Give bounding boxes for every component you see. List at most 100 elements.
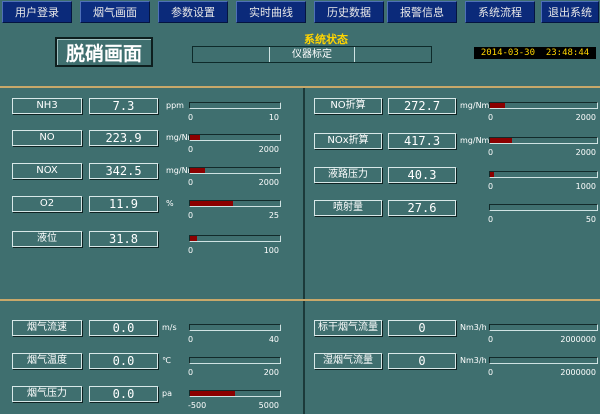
measurement-label: NOx折算 bbox=[314, 133, 382, 149]
scale-max-label: 2000 bbox=[575, 148, 596, 157]
scale-max-label: 5000 bbox=[258, 401, 279, 410]
scale-min-label: 0 bbox=[488, 215, 494, 224]
level-bar bbox=[489, 171, 598, 178]
level-bar bbox=[189, 167, 281, 174]
scale-min-label: 0 bbox=[488, 182, 494, 191]
nav-alarm-button[interactable]: 报警信息 bbox=[387, 1, 457, 23]
measurement-unit: ppm bbox=[166, 101, 184, 110]
scale-max-label: 200 bbox=[263, 368, 279, 377]
scale-min-label: 0 bbox=[488, 113, 494, 122]
scale-max-label: 100 bbox=[263, 246, 279, 255]
level-bar bbox=[189, 134, 281, 141]
scale-max-label: 2000 bbox=[575, 113, 596, 122]
measurement-unit: m/s bbox=[162, 323, 177, 332]
scale-max-label: 2000 bbox=[258, 178, 279, 187]
scale-min-label: 0 bbox=[488, 335, 494, 344]
level-bar bbox=[189, 102, 281, 109]
scale-min-label: 0 bbox=[188, 335, 194, 344]
top-divider bbox=[0, 86, 600, 88]
measurement-label: NO bbox=[12, 130, 82, 146]
measurement-label: O2 bbox=[12, 196, 82, 212]
nav-login-button[interactable]: 用户登录 bbox=[2, 1, 72, 23]
level-bar bbox=[189, 235, 281, 242]
level-bar bbox=[189, 357, 281, 364]
nav-history-button[interactable]: 历史数据 bbox=[314, 1, 384, 23]
scale-min-label: 0 bbox=[188, 178, 194, 187]
level-bar-fill bbox=[490, 172, 494, 177]
measurement-value: 223.9 bbox=[89, 130, 158, 146]
level-bar-fill bbox=[190, 236, 197, 241]
measurement-unit: mg/Nm bbox=[460, 136, 490, 145]
level-bar bbox=[489, 137, 598, 144]
scale-min-label: 0 bbox=[488, 148, 494, 157]
middle-divider bbox=[0, 299, 600, 301]
measurement-value: 342.5 bbox=[89, 163, 158, 179]
measurement-value: 40.3 bbox=[388, 167, 456, 183]
scale-min-label: 0 bbox=[188, 211, 194, 220]
scale-max-label: 1000 bbox=[575, 182, 596, 191]
upper-vertical-divider bbox=[303, 88, 305, 299]
system-status-value: 仪器标定 bbox=[269, 47, 355, 62]
nav-process-button[interactable]: 系统流程 bbox=[465, 1, 535, 23]
level-bar-fill bbox=[490, 103, 505, 108]
scale-max-label: 2000000 bbox=[560, 368, 596, 377]
scale-min-label: 0 bbox=[488, 368, 494, 377]
scale-max-label: 50 bbox=[585, 215, 596, 224]
measurement-value: 417.3 bbox=[388, 133, 456, 149]
measurement-label: 烟气温度 bbox=[12, 353, 82, 369]
measurement-value: 27.6 bbox=[388, 200, 456, 216]
measurement-unit: ℃ bbox=[162, 356, 171, 365]
level-bar bbox=[189, 390, 281, 397]
scale-max-label: 40 bbox=[268, 335, 279, 344]
measurement-value: 272.7 bbox=[388, 98, 456, 114]
scale-max-label: 10 bbox=[268, 113, 279, 122]
measurement-label: 标干烟气流量 bbox=[314, 320, 382, 336]
scale-min-label: 0 bbox=[188, 368, 194, 377]
nav-parameters-button[interactable]: 参数设置 bbox=[158, 1, 228, 23]
measurement-unit: mg/Nm bbox=[460, 101, 490, 110]
measurement-value: 11.9 bbox=[89, 196, 158, 212]
measurement-label: NO折算 bbox=[314, 98, 382, 114]
nav-realtime-curve-button[interactable]: 实时曲线 bbox=[236, 1, 306, 23]
level-bar bbox=[489, 204, 598, 211]
measurement-value: 0.0 bbox=[89, 320, 158, 336]
level-bar bbox=[489, 102, 598, 109]
scale-max-label: 25 bbox=[268, 211, 279, 220]
measurement-label: 液路压力 bbox=[314, 167, 382, 183]
measurement-label: 液位 bbox=[12, 231, 82, 247]
measurement-label: NH3 bbox=[12, 98, 82, 114]
measurement-value: 0.0 bbox=[89, 386, 158, 402]
system-status-box: 仪器标定 bbox=[192, 46, 432, 63]
level-bar bbox=[189, 200, 281, 207]
measurement-value: 31.8 bbox=[89, 231, 158, 247]
measurement-value: 7.3 bbox=[89, 98, 158, 114]
measurement-label: 烟气流速 bbox=[12, 320, 82, 336]
level-bar-fill bbox=[190, 168, 205, 173]
page-title: 脱硝画面 bbox=[55, 37, 153, 67]
scale-max-label: 2000 bbox=[258, 145, 279, 154]
datetime-display: 2014-03-30 23:48:44 bbox=[474, 47, 596, 59]
nav-exit-button[interactable]: 退出系统 bbox=[541, 1, 599, 23]
scale-min-label: -500 bbox=[188, 401, 207, 410]
level-bar-fill bbox=[190, 135, 200, 140]
scale-min-label: 0 bbox=[188, 113, 194, 122]
measurement-unit: % bbox=[166, 199, 174, 208]
scale-min-label: 0 bbox=[188, 246, 194, 255]
measurement-unit: Nm3/h bbox=[460, 356, 487, 365]
level-bar-fill bbox=[190, 391, 235, 396]
level-bar bbox=[489, 357, 598, 364]
measurement-unit: pa bbox=[162, 389, 172, 398]
level-bar-fill bbox=[490, 138, 512, 143]
measurement-unit: Nm3/h bbox=[460, 323, 487, 332]
lower-vertical-divider bbox=[303, 301, 305, 414]
scale-min-label: 0 bbox=[188, 145, 194, 154]
measurement-label: NOX bbox=[12, 163, 82, 179]
measurement-value: 0.0 bbox=[89, 353, 158, 369]
nav-flue-gas-button[interactable]: 烟气画面 bbox=[80, 1, 150, 23]
level-bar-fill bbox=[190, 201, 233, 206]
level-bar bbox=[489, 324, 598, 331]
measurement-label: 湿烟气流量 bbox=[314, 353, 382, 369]
level-bar bbox=[189, 324, 281, 331]
measurement-value: 0 bbox=[388, 320, 456, 336]
scale-max-label: 2000000 bbox=[560, 335, 596, 344]
